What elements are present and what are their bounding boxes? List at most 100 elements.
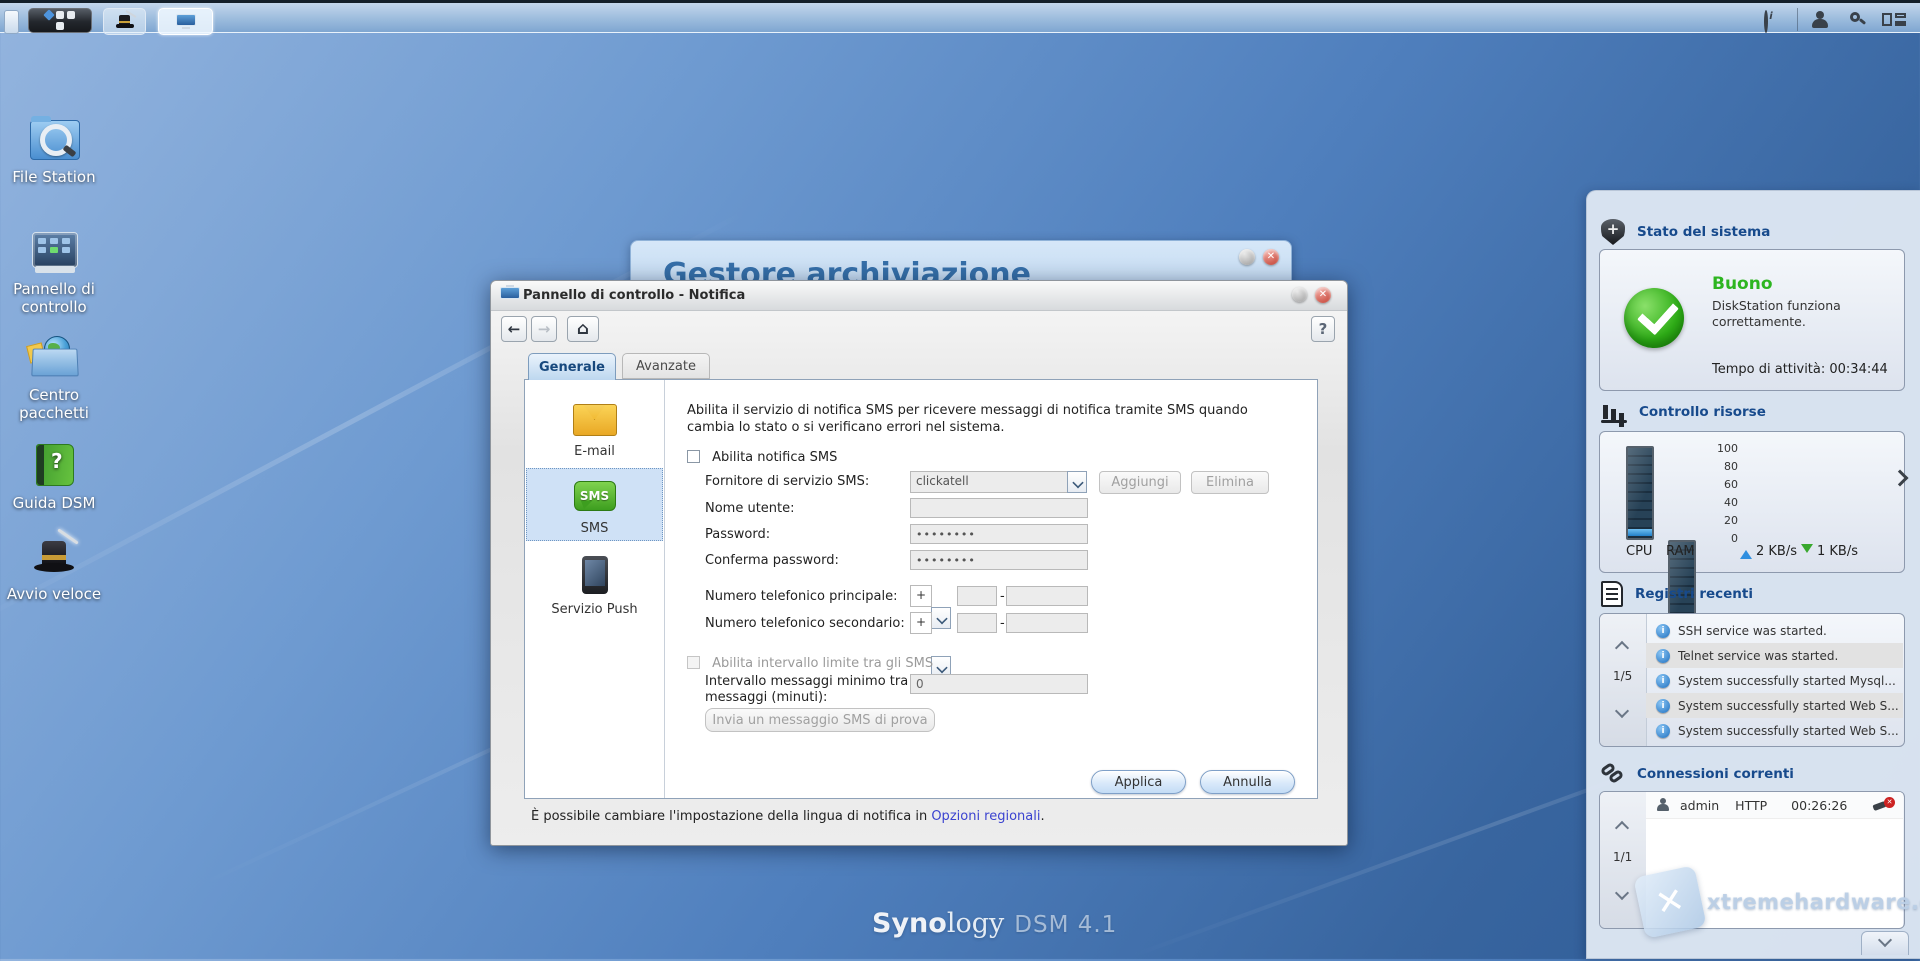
sidebar-item-sms[interactable]: SMS SMS — [526, 468, 663, 541]
tab-avanzate[interactable]: Avanzate — [622, 353, 710, 379]
log-row[interactable]: System successfully started Web S... — [1646, 693, 1903, 718]
widgets-button[interactable] — [1882, 11, 1902, 31]
dialog-footer-note: È possibile cambiare l'impostazione dell… — [531, 809, 1045, 824]
show-desktop-button[interactable] — [4, 10, 19, 34]
recent-logs-box: 1/5 SSH service was started. Telnet serv… — [1599, 613, 1905, 747]
log-row[interactable]: SSH service was started. — [1646, 618, 1903, 643]
tab-generale[interactable]: Generale — [528, 353, 616, 380]
button-label: Applica — [1115, 775, 1163, 790]
tab-label: Generale — [539, 360, 605, 375]
push-service-icon — [582, 556, 608, 594]
info-icon — [1656, 674, 1670, 688]
connections-header: Connessioni correnti — [1601, 763, 1794, 785]
add-provider-button[interactable]: Aggiungi — [1099, 471, 1181, 494]
control-panel-icon — [28, 228, 80, 274]
status-description-line1: DiskStation funziona — [1712, 298, 1841, 313]
status-description: DiskStation funziona correttamente. — [1712, 298, 1841, 330]
dialog-minimize-button[interactable] — [1292, 287, 1307, 302]
dialog-content: E-mail SMS SMS Servizio Push Abilita il … — [524, 379, 1318, 799]
desktop-icon-control-panel[interactable]: Pannello di controllo — [2, 228, 106, 316]
disconnect-icon[interactable] — [1873, 797, 1895, 813]
enable-sms-checkbox[interactable] — [687, 450, 700, 463]
enable-sms-label: Abilita notifica SMS — [712, 450, 837, 465]
widget-title: Stato del sistema — [1637, 224, 1770, 240]
regional-options-link[interactable]: Opzioni regionali — [931, 809, 1040, 824]
phone-primary-country[interactable]: + — [910, 585, 932, 607]
phone-secondary-prefix-input[interactable] — [957, 613, 997, 633]
footer-suffix: . — [1041, 809, 1045, 824]
dialog-close-icon[interactable] — [1315, 287, 1331, 303]
status-text: Buono — [1712, 274, 1773, 294]
desktop-icon-package-center[interactable]: Centro pacchetti — [2, 334, 106, 422]
apply-button[interactable]: Applica — [1091, 770, 1186, 794]
user-button[interactable] — [1810, 10, 1830, 30]
confirm-password-label: Conferma password: — [705, 553, 839, 568]
info-button[interactable] — [1764, 12, 1784, 32]
desktop-icon-label: Guida DSM — [2, 494, 106, 512]
user-icon — [1656, 798, 1670, 812]
upload-speed: 2 KB/s — [1756, 544, 1797, 559]
footer-text: È possibile cambiare l'impostazione dell… — [531, 809, 931, 824]
log-row[interactable]: System successfully started Web S... — [1646, 718, 1903, 743]
provider-dropdown-arrow-icon[interactable] — [1067, 471, 1087, 493]
search-button[interactable] — [1848, 10, 1868, 30]
widget-panel: Stato del sistema Buono DiskStation funz… — [1586, 190, 1920, 959]
desktop-icon-quick-start[interactable]: Avvio veloce — [2, 533, 106, 603]
magic-hat-icon — [116, 15, 134, 29]
panel-collapse-tab[interactable] — [1861, 931, 1909, 955]
phone-secondary-country[interactable]: + — [910, 612, 932, 634]
help-button[interactable]: ? — [1311, 316, 1335, 342]
logs-page-indicator: 1/5 — [1613, 669, 1632, 683]
widget-title: Connessioni correnti — [1637, 766, 1794, 782]
phone-primary-label: Numero telefonico principale: — [705, 589, 898, 604]
username-input[interactable] — [910, 498, 1088, 518]
link-icon — [1601, 763, 1625, 785]
desktop-icon-file-station[interactable]: File Station — [2, 116, 106, 186]
phone-primary-country-arrow-icon[interactable] — [931, 607, 951, 629]
phone-secondary-number-input[interactable] — [1006, 613, 1088, 633]
cpu-gauge — [1626, 446, 1654, 540]
send-test-sms-button[interactable]: Invia un messaggio SMS di prova — [705, 708, 935, 732]
logo-product: DSM 4.1 — [1014, 912, 1117, 938]
connections-page-up-icon[interactable] — [1614, 822, 1630, 832]
download-speed: 1 KB/s — [1817, 544, 1858, 559]
resource-monitor-box: CPU RAM 100 80 60 40 20 0 2 KB/s 1 KB/s — [1599, 431, 1905, 573]
taskbar — [0, 0, 1920, 33]
task-button-quick-launch[interactable] — [103, 8, 146, 35]
system-status-header: Stato del sistema — [1601, 219, 1770, 245]
log-row[interactable]: System successfully started Mysql... — [1646, 668, 1903, 693]
connection-row[interactable]: admin HTTP 00:26:26 — [1646, 792, 1903, 819]
forward-button[interactable] — [531, 316, 557, 342]
cancel-button[interactable]: Annulla — [1200, 770, 1295, 794]
home-button[interactable] — [567, 316, 599, 342]
interval-input[interactable]: 0 — [910, 674, 1088, 694]
interval-limit-checkbox[interactable] — [687, 656, 700, 669]
delete-provider-button[interactable]: Elimina — [1191, 471, 1269, 494]
main-menu-button[interactable] — [28, 8, 92, 33]
taskbar-separator — [1797, 8, 1798, 31]
system-status-box: Buono DiskStation funziona correttamente… — [1599, 249, 1905, 391]
sms-icon: SMS — [574, 481, 616, 511]
button-label: Aggiungi — [1111, 475, 1168, 490]
sidebar-item-email[interactable]: E-mail — [526, 392, 663, 465]
desktop-icon-label: Pannello di controllo — [6, 280, 102, 316]
button-label: Elimina — [1206, 475, 1254, 490]
task-button-active-window[interactable] — [158, 8, 213, 35]
desktop-icon-dsm-help[interactable]: Guida DSM — [2, 442, 106, 512]
phone-primary-number-input[interactable] — [1006, 586, 1088, 606]
back-button[interactable] — [501, 316, 527, 342]
quick-start-icon — [28, 533, 80, 579]
expand-resource-chevron-icon[interactable] — [1894, 468, 1906, 488]
logs-page-down-icon[interactable] — [1614, 708, 1630, 718]
logs-page-up-icon[interactable] — [1614, 642, 1630, 652]
provider-select[interactable]: clickatell — [910, 471, 1068, 493]
axis-tick: 40 — [1712, 496, 1738, 509]
minimize-button[interactable] — [1239, 249, 1255, 265]
connections-page-down-icon[interactable] — [1614, 890, 1630, 900]
phone-primary-prefix-input[interactable] — [957, 586, 997, 606]
confirm-password-input[interactable]: •••••••• — [910, 550, 1088, 570]
password-input[interactable]: •••••••• — [910, 524, 1088, 544]
close-icon[interactable] — [1263, 249, 1279, 265]
log-row[interactable]: Telnet service was started. — [1646, 643, 1903, 668]
sidebar-item-push[interactable]: Servizio Push — [526, 544, 663, 617]
